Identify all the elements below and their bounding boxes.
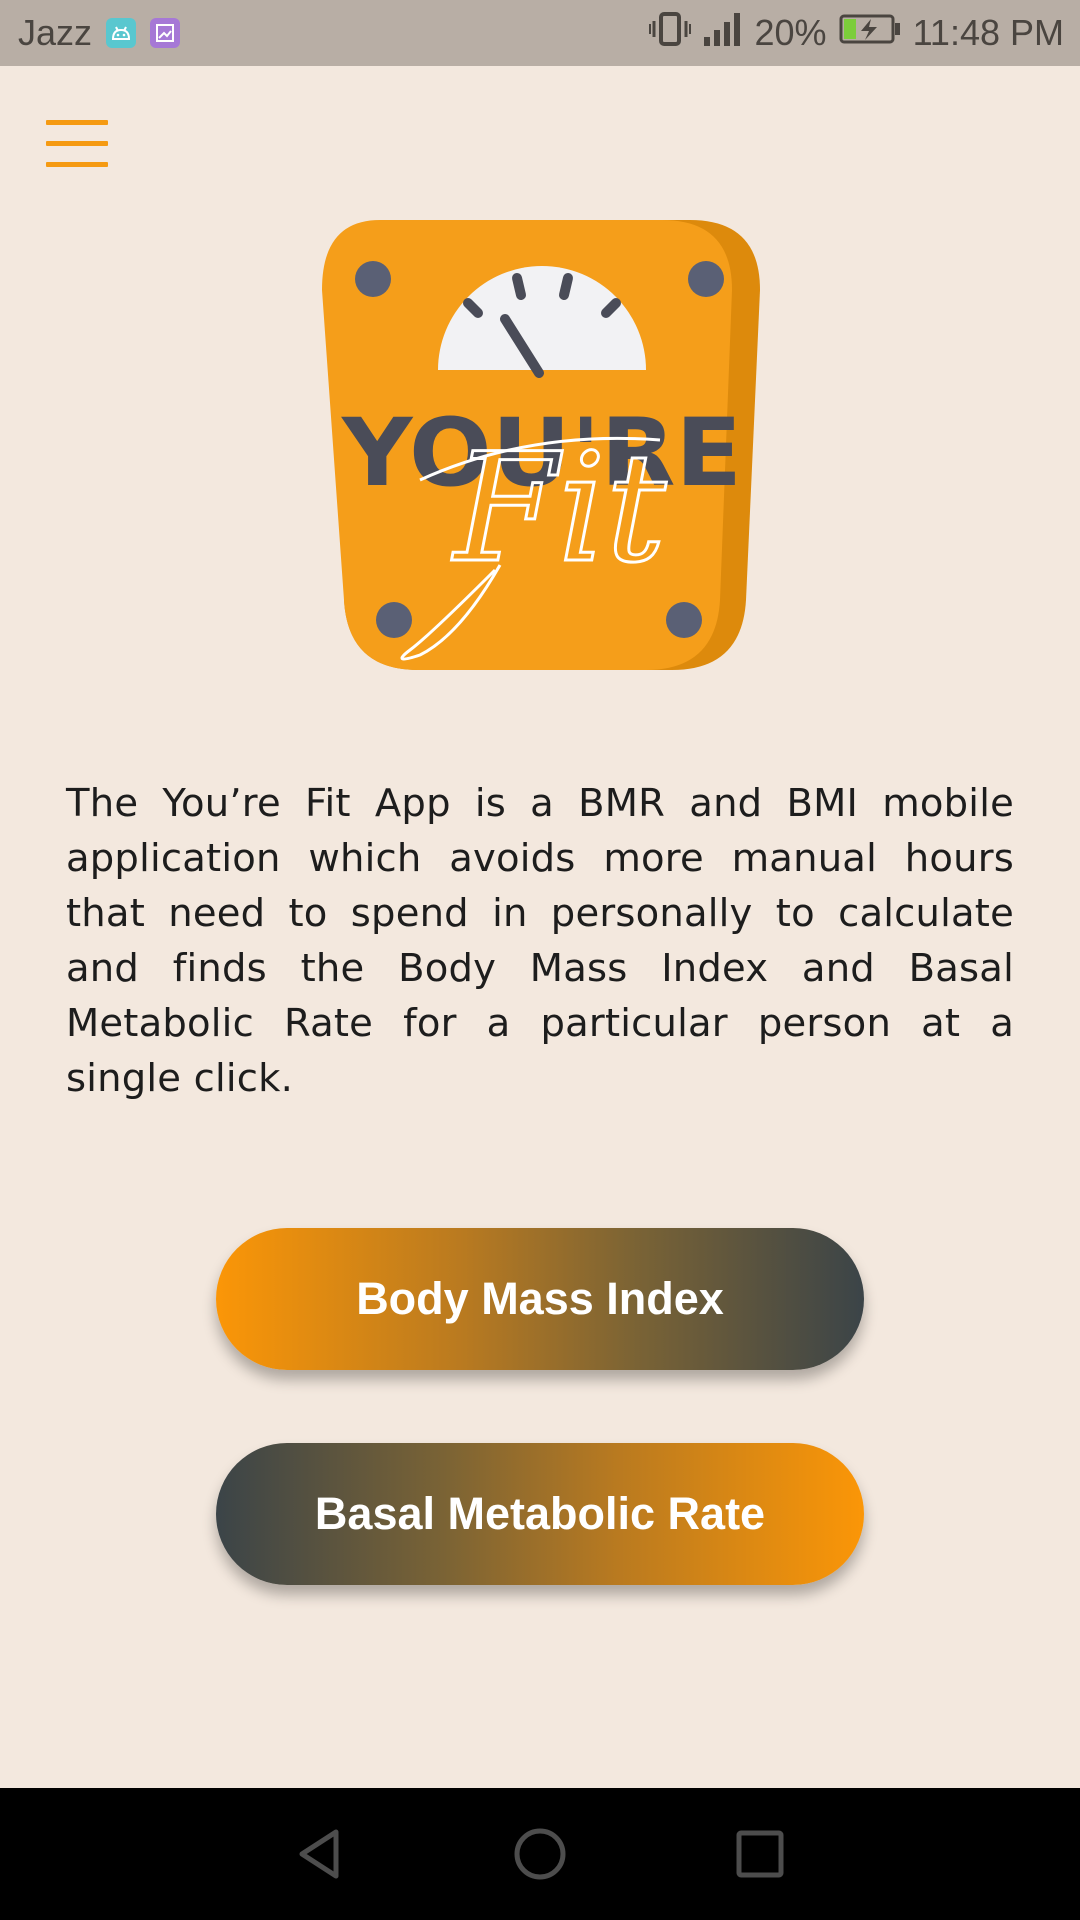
- status-left: Jazz: [18, 0, 181, 66]
- vibrate-icon: [648, 11, 691, 56]
- menu-line-middle: [46, 141, 108, 146]
- navigation-bar: [0, 1788, 1080, 1920]
- bolt-icon: [355, 261, 391, 297]
- recents-icon[interactable]: [714, 1808, 806, 1900]
- signal-icon: [703, 11, 743, 56]
- bolt-icon: [376, 602, 412, 638]
- battery-charging-icon: [839, 12, 901, 54]
- battery-percent: 20%: [754, 12, 827, 53]
- basal-metabolic-rate-button[interactable]: Basal Metabolic Rate: [216, 1443, 864, 1585]
- status-bar: Jazz 20% 11:48 PM: [0, 0, 1080, 66]
- back-icon[interactable]: [274, 1808, 366, 1900]
- svg-text:Fit: Fit: [451, 422, 667, 596]
- clock: 11:48 PM: [912, 12, 1064, 53]
- body-mass-index-button[interactable]: Body Mass Index: [216, 1228, 864, 1370]
- hamburger-menu-icon[interactable]: [40, 114, 116, 174]
- app-description: The You’re Fit App is a BMR and BMI mobi…: [66, 781, 1014, 1101]
- carrier-name: Jazz: [18, 12, 93, 53]
- bolt-icon: [666, 602, 702, 638]
- menu-line-bottom: [46, 162, 108, 167]
- bolt-icon: [688, 261, 724, 297]
- app-logo: YOU'RE Fit: [322, 220, 760, 670]
- menu-line-top: [46, 120, 108, 125]
- gallery-icon: [150, 18, 181, 48]
- status-right: 20% 11:48 PM: [648, 0, 1064, 66]
- home-icon[interactable]: [494, 1808, 586, 1900]
- android-icon: [106, 18, 137, 48]
